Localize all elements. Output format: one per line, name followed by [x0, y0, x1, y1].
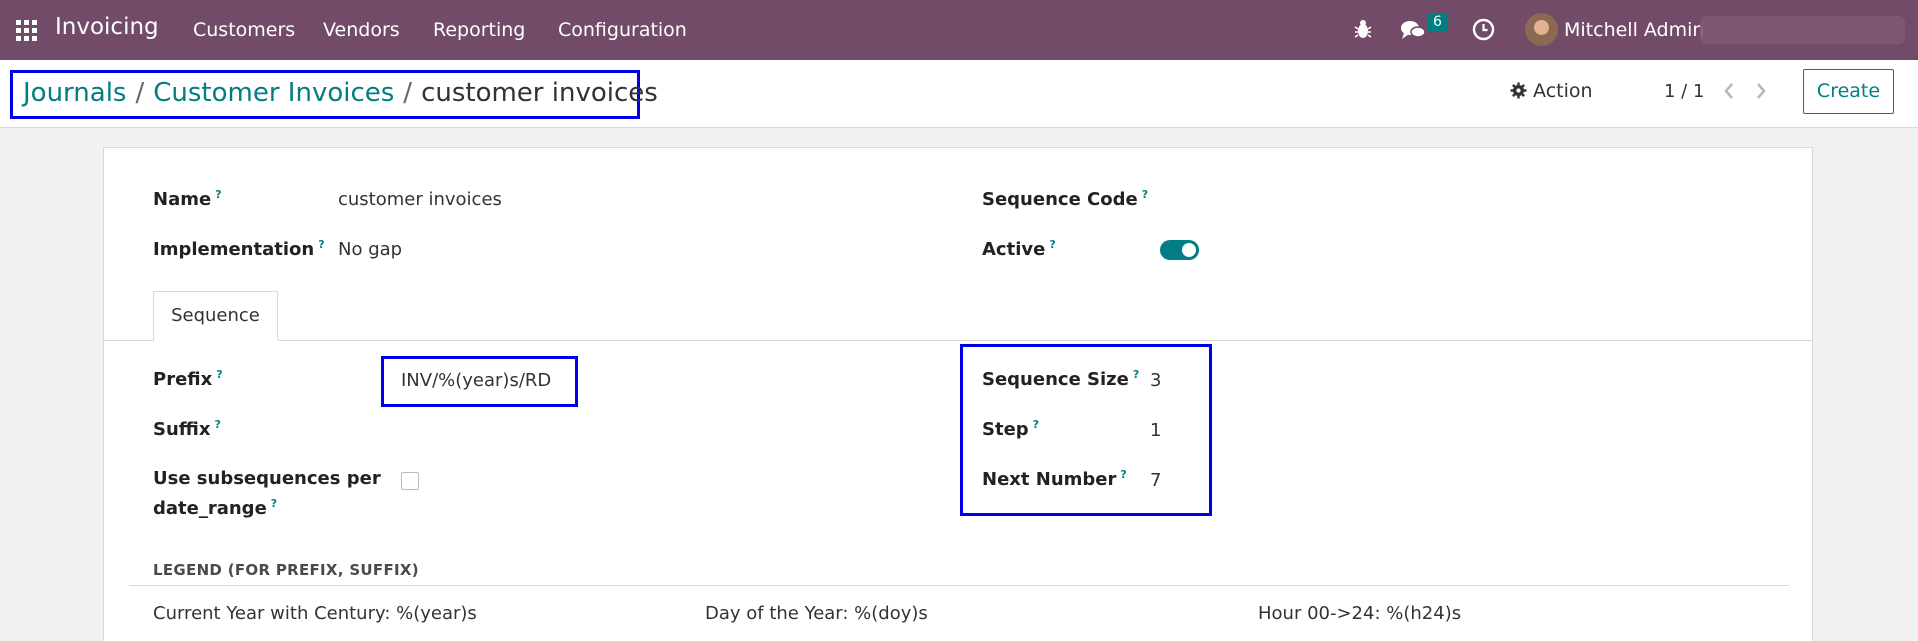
step-label-text: Step: [982, 419, 1029, 440]
sequence-code-label: Sequence Code?: [982, 188, 1148, 210]
help-icon[interactable]: ?: [1142, 188, 1148, 201]
legend-divider: [129, 585, 1789, 586]
suffix-label-text: Suffix: [153, 419, 211, 440]
help-icon[interactable]: ?: [216, 368, 222, 381]
subsequence-label-line2: date_range: [153, 498, 267, 519]
menu-customers[interactable]: Customers: [193, 19, 295, 41]
next-number-field[interactable]: 7: [1150, 470, 1161, 491]
top-navbar: Invoicing Customers Vendors Reporting Co…: [0, 0, 1918, 60]
bug-icon[interactable]: [1354, 18, 1372, 40]
help-icon[interactable]: ?: [1033, 418, 1039, 431]
prefix-label: Prefix?: [153, 368, 223, 390]
control-panel: Journals / Customer Invoices / customer invo…: [0, 60, 1918, 128]
help-icon[interactable]: ?: [215, 188, 221, 201]
legend-item: Current Year with Century: %(year)s: [153, 603, 477, 624]
active-toggle[interactable]: [1160, 240, 1199, 260]
implementation-label-text: Implementation: [153, 239, 315, 260]
avatar[interactable]: [1525, 13, 1558, 46]
tab-sequence[interactable]: Sequence: [153, 291, 278, 341]
name-label-text: Name: [153, 189, 212, 210]
user-name[interactable]: Mitchell Admin: [1564, 19, 1704, 41]
help-icon[interactable]: ?: [1120, 468, 1126, 481]
subsequence-checkbox[interactable]: [401, 472, 419, 490]
redacted-area: [1700, 16, 1905, 44]
subsequence-label-line1: Use subsequences per: [153, 468, 381, 489]
menu-reporting[interactable]: Reporting: [433, 19, 525, 41]
sequence-size-label: Sequence Size?: [982, 368, 1139, 390]
step-label: Step?: [982, 418, 1039, 440]
apps-grid-icon[interactable]: [16, 20, 37, 41]
chat-icon[interactable]: [1400, 19, 1426, 41]
action-button[interactable]: Action: [1510, 80, 1593, 102]
gear-icon: [1510, 82, 1527, 99]
name-field[interactable]: customer invoices: [338, 189, 502, 210]
clock-icon[interactable]: [1472, 18, 1495, 41]
app-title[interactable]: Invoicing: [55, 14, 159, 40]
messages-count-badge: 6: [1427, 13, 1448, 31]
tab-divider: [104, 340, 1812, 341]
implementation-label: Implementation?: [153, 238, 325, 260]
help-icon[interactable]: ?: [214, 418, 220, 431]
suffix-label: Suffix?: [153, 418, 221, 440]
breadcrumb-separator: /: [135, 78, 145, 108]
implementation-field[interactable]: No gap: [338, 239, 402, 260]
help-icon[interactable]: ?: [318, 238, 324, 251]
next-number-label-text: Next Number: [982, 469, 1117, 490]
subsequence-label: date_range?: [153, 497, 277, 519]
legend-item: Hour 00->24: %(h24)s: [1258, 603, 1462, 624]
breadcrumb: Journals / Customer Invoices / customer invo…: [10, 70, 658, 119]
menu-configuration[interactable]: Configuration: [558, 19, 687, 41]
help-icon[interactable]: ?: [271, 497, 277, 510]
sequence-size-label-text: Sequence Size: [982, 369, 1129, 390]
form-sheet: Name? customer invoices Implementation? …: [103, 147, 1813, 641]
help-icon[interactable]: ?: [1049, 238, 1055, 251]
legend-item: Day of the Year: %(doy)s: [705, 603, 928, 624]
breadcrumb-separator: /: [403, 78, 413, 108]
action-label: Action: [1533, 80, 1593, 102]
active-label: Active?: [982, 238, 1056, 260]
next-number-label: Next Number?: [982, 468, 1127, 490]
step-field[interactable]: 1: [1150, 420, 1161, 441]
help-icon[interactable]: ?: [1133, 368, 1139, 381]
breadcrumb-current: customer invoices: [421, 78, 658, 108]
breadcrumb-customer-invoices[interactable]: Customer Invoices: [153, 78, 394, 108]
active-label-text: Active: [982, 239, 1046, 260]
prefix-input[interactable]: INV/%(year)s/RD: [401, 370, 551, 391]
legend-title: LEGEND (FOR PREFIX, SUFFIX): [153, 561, 419, 579]
name-label: Name?: [153, 188, 222, 210]
menu-vendors[interactable]: Vendors: [323, 19, 400, 41]
chevron-left-icon[interactable]: [1722, 80, 1736, 102]
sequence-code-label-text: Sequence Code: [982, 189, 1138, 210]
chevron-right-icon[interactable]: [1754, 80, 1768, 102]
sequence-size-field[interactable]: 3: [1150, 370, 1161, 391]
create-button[interactable]: Create: [1803, 69, 1894, 114]
pager-value[interactable]: 1 / 1: [1664, 81, 1704, 102]
breadcrumb-journals[interactable]: Journals: [23, 78, 126, 108]
prefix-label-text: Prefix: [153, 369, 213, 390]
